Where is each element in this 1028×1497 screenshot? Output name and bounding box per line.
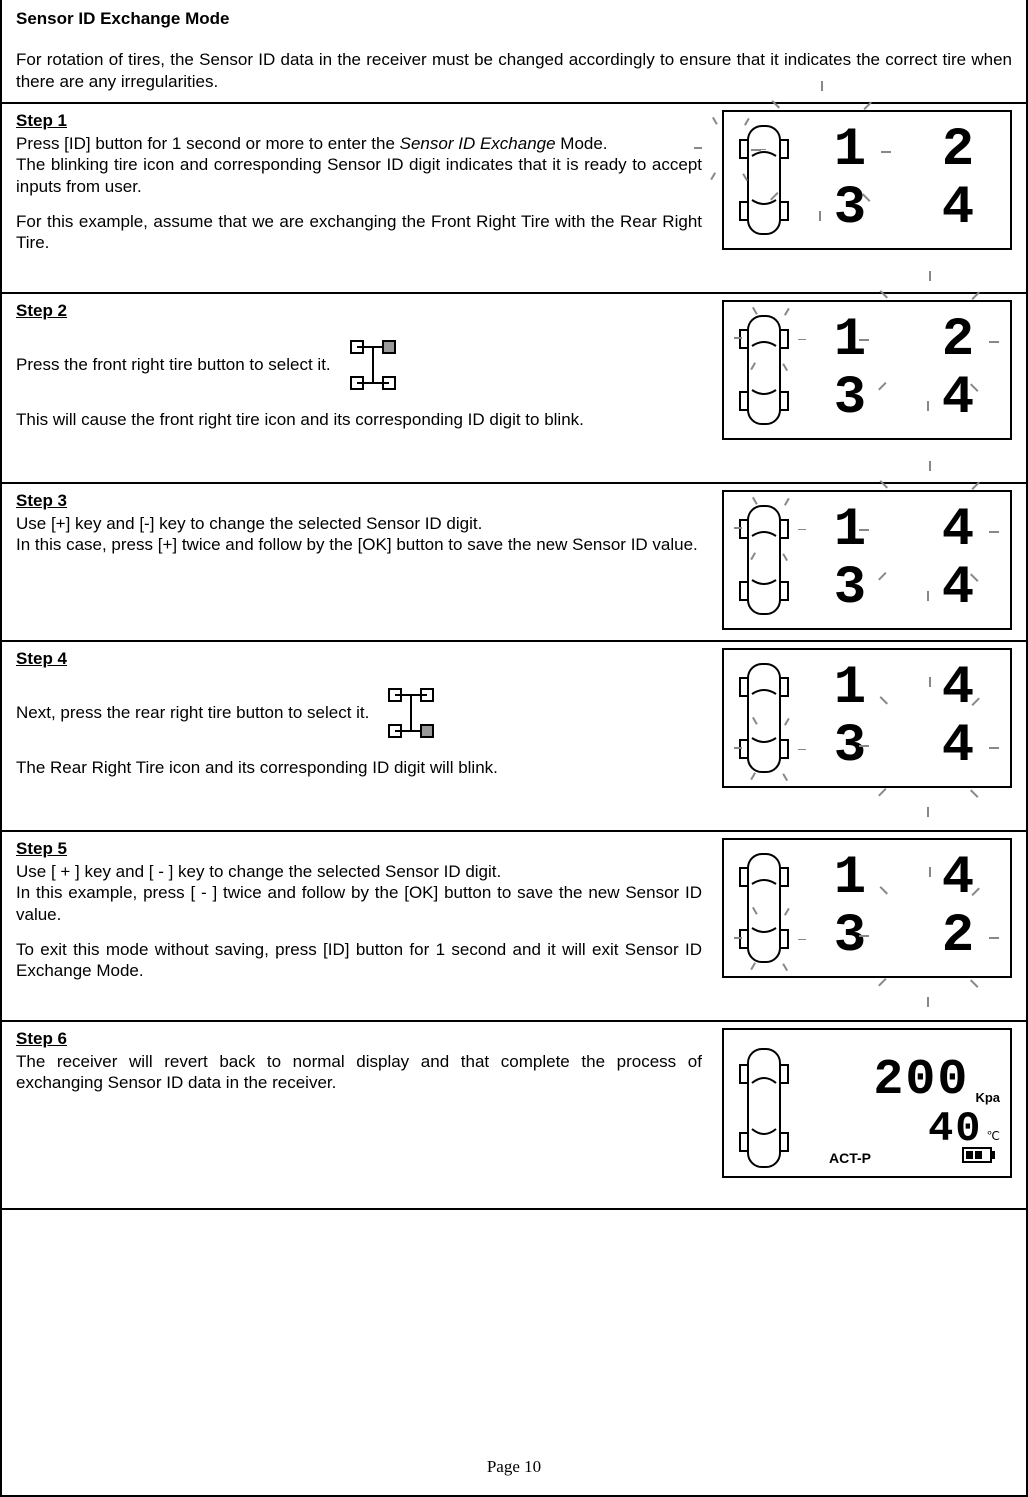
step-5-row: Step 5 Use [ + ] key and [ - ] key to ch…: [2, 830, 1026, 1020]
digits-step-4: 1 4 3 4: [808, 662, 1000, 774]
pressure-unit: Kpa: [975, 1090, 1000, 1106]
digit-fr: 4: [933, 662, 983, 716]
digit-rr: 2: [933, 910, 983, 964]
page-footer: Page 10: [2, 1456, 1026, 1477]
digit-rr: 4: [933, 720, 983, 774]
car-icon: [734, 120, 794, 240]
digit-blink-icon: [958, 937, 959, 938]
car-icon: [734, 658, 794, 778]
digit-rl: 3: [825, 372, 875, 426]
digit-fl: 1: [825, 852, 875, 906]
step-5-line1: Use [ + ] key and [ - ] key to change th…: [16, 861, 702, 882]
digit-blink-icon: [958, 531, 959, 532]
step-6-text: Step 6 The receiver will revert back to …: [16, 1028, 702, 1094]
step-2-text: Step 2 Press the front right tire button…: [16, 300, 702, 431]
step-5-line2: In this example, press [ - ] twice and f…: [16, 882, 702, 925]
digit-fr: 4: [933, 852, 983, 906]
pressure-value: 200: [873, 1056, 969, 1106]
digits-step-2: 1 2 3 4: [808, 314, 1000, 426]
lcd-step-6: 200 Kpa 40 ℃ ACT-P: [722, 1028, 1012, 1178]
digit-fl: 1: [825, 662, 875, 716]
step-1-line1a: Press [ID] button for 1 second or more t…: [16, 134, 400, 153]
step-5-line3: To exit this mode without saving, press …: [16, 939, 702, 982]
digit-rr: 4: [933, 182, 983, 236]
step-2-row: Step 2 Press the front right tire button…: [2, 292, 1026, 482]
intro-section: Sensor ID Exchange Mode For rotation of …: [2, 0, 1026, 102]
digit-fr: 2: [933, 314, 983, 368]
step-3-label: Step 3: [16, 490, 702, 511]
readout: 200 Kpa 40 ℃: [808, 1056, 1000, 1150]
step-5-label: Step 5: [16, 838, 702, 859]
intro-text: For rotation of tires, the Sensor ID dat…: [16, 49, 1012, 92]
digit-blink-icon: [958, 341, 959, 342]
car-icon: [734, 310, 794, 430]
digits-step-5: 1 4 3 2: [808, 852, 1000, 964]
digits-step-3: 1 4 3 4: [808, 504, 1000, 616]
tire-button-schema-rr-icon: [381, 683, 441, 743]
car-icon: [734, 500, 794, 620]
step-6-line1: The receiver will revert back to normal …: [16, 1051, 702, 1094]
step-1-line3: For this example, assume that we are exc…: [16, 211, 702, 254]
step-2-label: Step 2: [16, 300, 702, 321]
step-3-text: Step 3 Use [+] key and [-] key to change…: [16, 490, 702, 556]
step-6-label: Step 6: [16, 1028, 702, 1049]
temp-value: 40: [928, 1108, 982, 1150]
step-3-row: Step 3 Use [+] key and [-] key to change…: [2, 482, 1026, 640]
tire-blink-fr-icon: [784, 339, 785, 340]
digit-rl: 3: [825, 182, 875, 236]
step-4-line2: The Rear Right Tire icon and its corresp…: [16, 757, 702, 778]
lcd-step-5: 1 4 3 2: [722, 838, 1012, 978]
tire-blink-fl-icon: [744, 149, 745, 150]
digit-blink-icon: [958, 747, 959, 748]
step-4-label: Step 4: [16, 648, 702, 669]
digit-rl: 3: [825, 562, 875, 616]
tire-blink-rr-icon: [784, 749, 785, 750]
tire-blink-rr-icon: [784, 939, 785, 940]
step-2-line1: Press the front right tire button to sel…: [16, 354, 331, 375]
lcd-step-4: 1 4 3 4: [722, 648, 1012, 788]
car-icon: [734, 1043, 794, 1163]
page: Sensor ID Exchange Mode For rotation of …: [0, 0, 1028, 1497]
step-1-line2: The blinking tire icon and corresponding…: [16, 154, 702, 197]
digit-fl: 1: [825, 124, 875, 178]
step-1-label: Step 1: [16, 110, 702, 131]
digit-fr: 2: [933, 124, 983, 178]
digits-step-1: 1 2 3 4: [808, 124, 1000, 236]
step-1-mode-name: Sensor ID Exchange: [400, 134, 556, 153]
battery-icon: [962, 1147, 996, 1168]
step-1-line1b: Mode.: [556, 134, 608, 153]
digit-fr: 4: [933, 504, 983, 558]
lcd-step-1: 1 2 3 4: [722, 110, 1012, 250]
page-title: Sensor ID Exchange Mode: [16, 8, 1012, 29]
car-icon: [734, 848, 794, 968]
lcd-step-2: 1 2 3 4: [722, 300, 1012, 440]
temp-unit: ℃: [987, 1129, 1000, 1144]
step-4-row: Step 4 Next, press the rear right tire b…: [2, 640, 1026, 830]
tire-button-schema-fr-icon: [343, 335, 403, 395]
step-4-line1: Next, press the rear right tire button t…: [16, 702, 369, 723]
step-3-line1: Use [+] key and [-] key to change the se…: [16, 513, 702, 534]
step-1-row: Step 1 Press [ID] button for 1 second or…: [2, 102, 1026, 292]
digit-blink-icon: [850, 151, 851, 152]
tire-blink-fr-icon: [784, 529, 785, 530]
lcd-step-3: 1 4 3 4: [722, 490, 1012, 630]
step-6-row: Step 6 The receiver will revert back to …: [2, 1020, 1026, 1210]
digit-rr: 4: [933, 372, 983, 426]
digit-rr: 4: [933, 562, 983, 616]
step-5-text: Step 5 Use [ + ] key and [ - ] key to ch…: [16, 838, 702, 982]
step-2-line2: This will cause the front right tire ico…: [16, 409, 702, 430]
step-4-text: Step 4 Next, press the rear right tire b…: [16, 648, 702, 779]
step-3-line2: In this case, press [+] twice and follow…: [16, 534, 702, 555]
mode-label: ACT-P: [829, 1150, 871, 1168]
step-1-text: Step 1 Press [ID] button for 1 second or…: [16, 110, 702, 254]
